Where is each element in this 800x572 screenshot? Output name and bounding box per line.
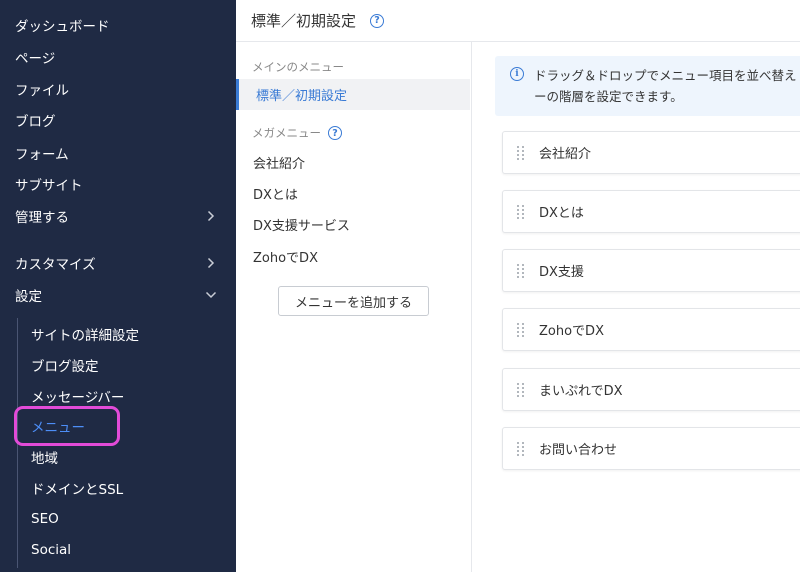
menu-item-card[interactable]: 会社紹介 — [502, 131, 800, 174]
sidebar-item-blog[interactable]: ブログ — [0, 105, 236, 135]
sidebar-subitem-message-bar[interactable]: メッセージバー — [0, 381, 236, 411]
mega-menu-section-label: メガメニュー ? — [252, 125, 342, 141]
add-menu-button[interactable]: メニューを追加する — [278, 286, 429, 316]
menu-list-panel: メインのメニュー 標準／初期設定 メガメニュー ? 会社紹介 DXとは DX支援… — [236, 42, 472, 572]
menu-item-label: DX支援 — [539, 265, 584, 280]
drag-handle-icon[interactable] — [517, 204, 525, 219]
sidebar-subitem-social[interactable]: Social — [0, 535, 236, 565]
chevron-down-icon — [204, 288, 218, 302]
sidebar-item-dashboard[interactable]: ダッシュボード — [0, 10, 236, 40]
drag-handle-icon[interactable] — [517, 441, 525, 456]
sidebar-item-settings[interactable]: 設定 — [0, 280, 236, 310]
sidebar-item-label: ブログ — [15, 114, 56, 130]
drag-handle-icon[interactable] — [517, 263, 525, 278]
page-header: 標準／初期設定 ? — [236, 0, 800, 42]
sidebar-subitem-label: メッセージバー — [31, 390, 125, 406]
info-text-line: ーの階層を設定できます。 — [534, 89, 683, 104]
menu-item-label: DXとは — [539, 206, 584, 221]
sidebar-subitem-blog-settings[interactable]: ブログ設定 — [0, 350, 236, 380]
sidebar-item-subsites[interactable]: サブサイト — [0, 169, 236, 199]
menu-item-label: お問い合わせ — [539, 443, 618, 458]
sidebar-item-customize[interactable]: カスタマイズ — [0, 248, 236, 278]
chevron-right-icon — [204, 256, 218, 270]
sidebar-item-label: サブサイト — [15, 178, 83, 194]
sidebar-item-label: ファイル — [15, 83, 69, 99]
menu-item-card[interactable]: DXとは — [502, 190, 800, 233]
menu-item-card[interactable]: まいぷれでDX — [502, 368, 800, 411]
help-icon[interactable]: ? — [328, 126, 342, 140]
section-label-text: メインのメニュー — [252, 60, 344, 74]
sidebar-subitem-menu[interactable]: メニュー — [0, 411, 236, 441]
sidebar: ダッシュボード ページ ファイル ブログ フォーム サブサイト 管理する カスタ… — [0, 0, 236, 572]
info-text: ドラッグ＆ドロップでメニュー項目を並べ替え ーの階層を設定できます。 — [534, 65, 800, 107]
info-text-line: ドラッグ＆ドロップでメニュー項目を並べ替え — [534, 68, 797, 83]
menu-item-card[interactable]: DX支援 — [502, 249, 800, 292]
sidebar-subitem-region[interactable]: 地域 — [0, 442, 236, 472]
drag-handle-icon[interactable] — [517, 382, 525, 397]
mega-menu-item[interactable]: ZohoでDX — [253, 247, 318, 266]
sidebar-item-label: カスタマイズ — [15, 257, 96, 273]
sidebar-item-files[interactable]: ファイル — [0, 74, 236, 104]
sidebar-item-label: ダッシュボード — [15, 19, 110, 35]
sidebar-subitem-domain-ssl[interactable]: ドメインとSSL — [0, 473, 236, 503]
sidebar-subitem-label: Social — [31, 542, 72, 558]
sidebar-subitem-label: SEO — [31, 511, 59, 527]
menu-item-card[interactable]: ZohoでDX — [502, 308, 800, 351]
mega-menu-item[interactable]: DXとは — [253, 184, 298, 203]
sidebar-subitem-label: ブログ設定 — [31, 359, 99, 375]
sidebar-item-label: ページ — [15, 51, 56, 67]
sidebar-subitem-label: サイトの詳細設定 — [31, 328, 139, 344]
sidebar-subitem-seo[interactable]: SEO — [0, 504, 236, 534]
mega-menu-item[interactable]: 会社紹介 — [253, 153, 305, 172]
section-label-text: メガメニュー — [252, 126, 321, 140]
help-icon[interactable]: ? — [370, 13, 385, 28]
info-banner: i ドラッグ＆ドロップでメニュー項目を並べ替え ーの階層を設定できます。 — [495, 56, 800, 116]
sidebar-subitem-site-details[interactable]: サイトの詳細設定 — [0, 319, 236, 349]
page-title: 標準／初期設定 — [251, 12, 357, 30]
sidebar-item-label: 設定 — [15, 289, 42, 305]
menu-item-card[interactable]: お問い合わせ — [502, 427, 800, 470]
chevron-right-icon — [204, 209, 218, 223]
main-menu-item-default[interactable]: 標準／初期設定 — [236, 79, 470, 110]
mega-menu-item[interactable]: DX支援サービス — [253, 215, 350, 234]
menu-item-label: 標準／初期設定 — [256, 89, 348, 104]
sidebar-subitem-label: メニュー — [31, 420, 85, 436]
drag-handle-icon[interactable] — [517, 145, 525, 160]
sidebar-item-label: 管理する — [15, 210, 69, 226]
sidebar-subitem-label: ドメインとSSL — [31, 482, 124, 498]
info-icon: i — [510, 67, 524, 81]
sidebar-item-label: フォーム — [15, 147, 69, 163]
main-menu-section-label: メインのメニュー — [252, 59, 344, 75]
menu-item-label: まいぷれでDX — [539, 384, 623, 399]
menu-item-label: ZohoでDX — [539, 324, 604, 339]
sidebar-item-manage[interactable]: 管理する — [0, 201, 236, 231]
drag-handle-icon[interactable] — [517, 322, 525, 337]
sidebar-subitem-label: 地域 — [31, 451, 58, 467]
menu-item-label: 会社紹介 — [539, 147, 592, 162]
sidebar-item-pages[interactable]: ページ — [0, 42, 236, 72]
sidebar-item-forms[interactable]: フォーム — [0, 138, 236, 168]
